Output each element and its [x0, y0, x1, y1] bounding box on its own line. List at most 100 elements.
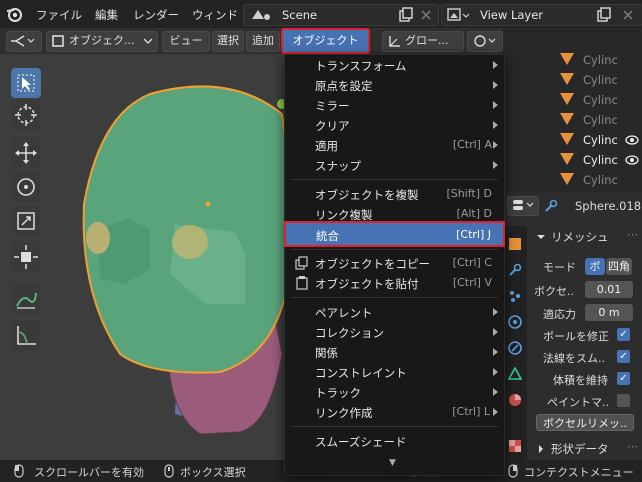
- select-menu-button[interactable]: 選択: [212, 31, 244, 52]
- menu-item-track[interactable]: トラック: [285, 382, 504, 402]
- cursor-arrow-icon: [17, 74, 35, 92]
- menu-item-duplicate[interactable]: オブジェクトを複製 [Shift] D: [285, 184, 504, 204]
- drag-handle-icon[interactable]: ⋯: [627, 228, 638, 241]
- annotate-tool[interactable]: [11, 284, 41, 314]
- close-view-layer-icon[interactable]: [620, 7, 636, 23]
- properties-editor-type[interactable]: [507, 196, 539, 216]
- outliner-row[interactable]: Cylinc: [503, 130, 642, 150]
- outliner-row[interactable]: Cylinc: [503, 150, 642, 170]
- submenu-arrow-icon: [493, 81, 498, 89]
- submenu-arrow-icon: [493, 308, 498, 316]
- outliner-row[interactable]: Cylinc: [503, 90, 642, 110]
- outliner-row[interactable]: Cylinc: [503, 170, 642, 190]
- preserve-volume-checkbox[interactable]: ✓: [617, 372, 630, 385]
- duplicate-view-layer-icon[interactable]: [596, 7, 612, 23]
- orientation-label: グロー...: [405, 34, 449, 47]
- eye-visibility-icon[interactable]: [625, 134, 639, 146]
- status-box-select-hint: ボックス選択: [180, 466, 246, 479]
- scale-icon: [17, 212, 35, 230]
- menu-item-parent[interactable]: ペアレント: [285, 302, 504, 322]
- mouse-middle-icon: [164, 464, 174, 478]
- duplicate-scene-icon[interactable]: [398, 7, 414, 23]
- properties-icon: [513, 200, 534, 210]
- panel-expand-icon[interactable]: [536, 444, 546, 454]
- eye-right-mesh: [172, 225, 208, 259]
- physics-tab-icon[interactable]: [507, 314, 523, 330]
- outliner-row[interactable]: Cylinc: [503, 70, 642, 90]
- mesh-icon: [560, 53, 574, 65]
- fix-poles-checkbox[interactable]: ✓: [617, 328, 630, 341]
- blender-logo-icon[interactable]: [6, 5, 24, 23]
- material-tab-icon[interactable]: [507, 392, 523, 408]
- menu-item-shade-smooth[interactable]: スムーズシェード: [285, 431, 504, 451]
- menu-item-transform[interactable]: トランスフォーム: [285, 55, 504, 75]
- measure-tool[interactable]: [11, 320, 41, 350]
- voxel-size-field[interactable]: 0.01: [585, 281, 633, 298]
- data-tab-icon[interactable]: [507, 366, 523, 382]
- transform-icon: [14, 245, 38, 269]
- adaptivity-field[interactable]: 0 m: [585, 304, 633, 321]
- tool-tab-icon[interactable]: [507, 236, 523, 252]
- move-tool[interactable]: [11, 138, 41, 168]
- orientation-selector[interactable]: グロー...: [382, 31, 464, 52]
- menu-window[interactable]: ウィンド: [192, 7, 238, 23]
- drag-handle-icon[interactable]: ⋯: [627, 440, 638, 453]
- select-box-tool[interactable]: [11, 68, 41, 98]
- voxel-remesh-button[interactable]: ボクセルリメッ..: [536, 414, 634, 431]
- menu-item-link-transfer[interactable]: リンク作成 [Ctrl] L: [285, 402, 504, 422]
- mesh-icon: [560, 113, 574, 125]
- menu-item-mirror[interactable]: ミラー: [285, 95, 504, 115]
- object-name: Sphere.018: [575, 199, 642, 213]
- mesh-icon: [560, 133, 574, 145]
- menu-item-copy-objects[interactable]: オブジェクトをコピー [Ctrl] C: [285, 253, 504, 273]
- object-mode-icon: [52, 35, 64, 47]
- submenu-arrow-icon: [493, 348, 498, 356]
- smooth-normals-checkbox[interactable]: ✓: [617, 350, 630, 363]
- transform-tool[interactable]: [11, 242, 41, 272]
- mode-selector[interactable]: オブジェク...: [46, 31, 158, 52]
- menu-item-paste-objects[interactable]: オブジェクトを貼付 [Ctrl] V: [285, 273, 504, 293]
- mode-quad-button[interactable]: 四角: [606, 258, 632, 275]
- object-menu-button[interactable]: オブジェクト: [281, 28, 370, 54]
- add-menu-button[interactable]: 追加: [246, 31, 280, 52]
- menu-item-snap[interactable]: スナップ: [285, 155, 504, 175]
- origin-point: [205, 201, 211, 207]
- submenu-arrow-icon: [493, 408, 498, 416]
- menu-item-constraint[interactable]: コンストレイント: [285, 362, 504, 382]
- outliner-row[interactable]: Cylinc: [503, 110, 642, 130]
- menu-edit[interactable]: 編集: [95, 7, 118, 23]
- particles-tab-icon[interactable]: [507, 288, 523, 304]
- paint-mask-checkbox[interactable]: [617, 394, 630, 407]
- menu-item-set-origin[interactable]: 原点を設定: [285, 75, 504, 95]
- rotate-icon: [17, 178, 35, 196]
- scale-tool[interactable]: [11, 206, 41, 236]
- outliner-row[interactable]: Cylinc: [503, 50, 642, 70]
- status-context-menu-hint: コンテクストメニュー: [524, 466, 634, 479]
- menu-render[interactable]: レンダー: [133, 7, 179, 23]
- menu-item-collection[interactable]: コレクション: [285, 322, 504, 342]
- submenu-arrow-icon: [493, 61, 498, 69]
- menu-file[interactable]: ファイル: [36, 7, 82, 23]
- rotate-tool[interactable]: [11, 172, 41, 202]
- mode-voxel-button[interactable]: ボ: [585, 258, 605, 275]
- chevron-down-icon: [143, 38, 153, 44]
- scene-selector[interactable]: Scene: [243, 4, 439, 26]
- menu-item-apply[interactable]: 適用 [Ctrl] A: [285, 135, 504, 155]
- modifier-tab-icon[interactable]: [507, 262, 523, 278]
- pivot-selector[interactable]: [467, 31, 503, 52]
- editor-type-button[interactable]: [6, 31, 42, 52]
- view-menu-button[interactable]: ビュー: [162, 31, 210, 52]
- menu-scroll-down-icon[interactable]: ▼: [389, 458, 396, 468]
- cursor-tool[interactable]: [11, 100, 41, 130]
- menu-item-clear[interactable]: クリア: [285, 115, 504, 135]
- close-scene-icon[interactable]: [418, 7, 434, 23]
- top-menubar: ファイル 編集 レンダー ウィンド Scene View Layer: [0, 0, 642, 28]
- mesh-icon: [560, 173, 574, 185]
- panel-collapse-icon[interactable]: [536, 232, 546, 242]
- constraints-tab-icon[interactable]: [507, 340, 523, 356]
- view-layer-selector[interactable]: View Layer: [441, 4, 642, 26]
- menu-item-relations[interactable]: 関係: [285, 342, 504, 362]
- texture-tab-icon[interactable]: [507, 438, 523, 454]
- eye-visibility-icon[interactable]: [625, 154, 639, 166]
- menu-item-join[interactable]: 統合 [Ctrl] J: [284, 221, 505, 247]
